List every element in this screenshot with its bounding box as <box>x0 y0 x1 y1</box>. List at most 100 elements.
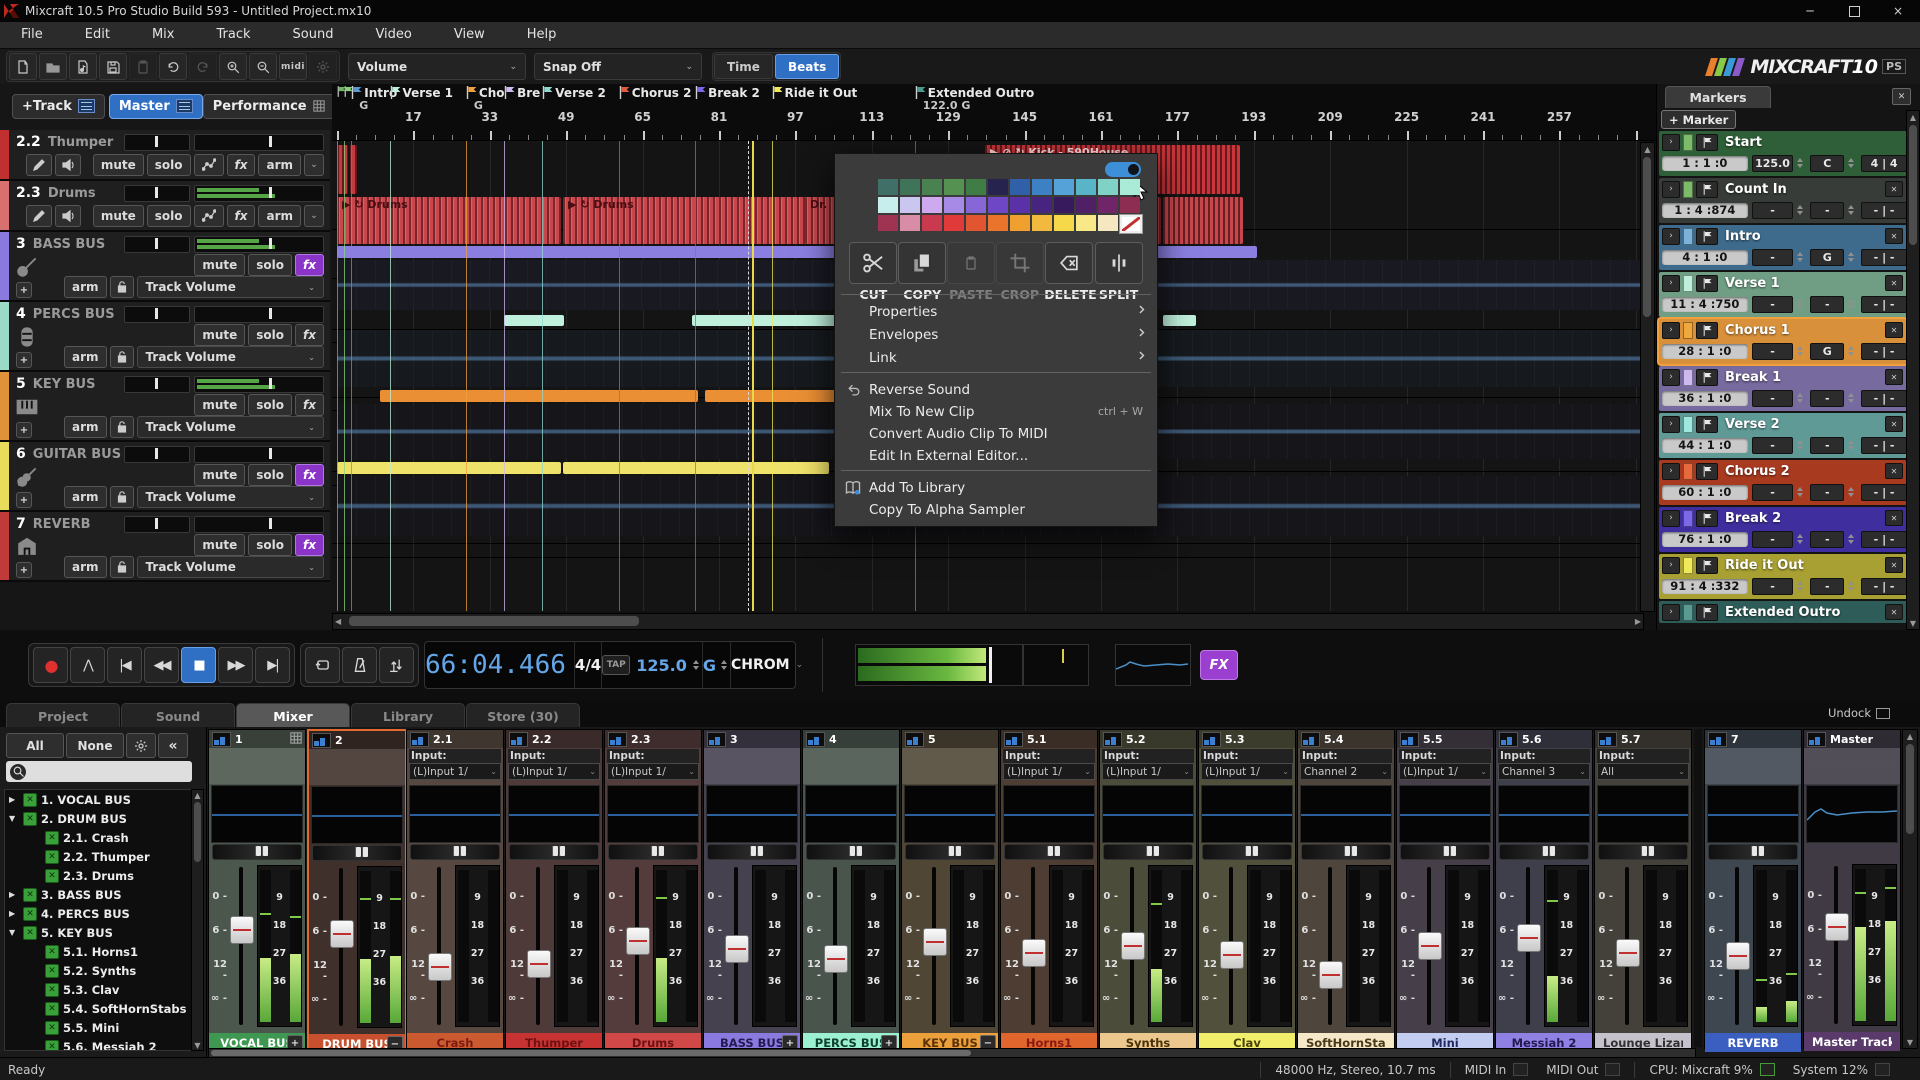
input-dropdown[interactable]: Channel 3⌄ <box>1498 763 1590 780</box>
track-speaker-button[interactable] <box>55 205 81 227</box>
fader-cap[interactable] <box>527 950 551 978</box>
beats-mode-button[interactable]: Beats <box>775 54 839 79</box>
mixer-strip-5[interactable]: 50 -6 -12 -∞ -9182736KEY BUS− <box>901 729 999 1049</box>
track-pan-slider[interactable] <box>124 306 190 323</box>
color-swatch[interactable] <box>922 197 942 213</box>
timeline-marker-ride-it-out[interactable]: Ride it Out <box>772 86 858 100</box>
color-swatch[interactable] <box>1032 179 1052 195</box>
pan-handle[interactable] <box>955 846 961 856</box>
menu-item-envelopes[interactable]: Envelopes <box>835 323 1157 346</box>
close-button[interactable]: × <box>1876 0 1920 22</box>
timeline-marker-break-2[interactable]: Break 2 <box>695 86 760 100</box>
color-swatch[interactable] <box>878 179 898 195</box>
strip-name[interactable]: REVERB <box>1705 1033 1801 1052</box>
marker-timesig-field[interactable]: - | - <box>1861 484 1907 501</box>
marker-expand-button[interactable]: › <box>1662 181 1680 198</box>
track-pan-slider[interactable] <box>124 516 190 533</box>
track-checkbox[interactable]: ✕ <box>23 888 37 902</box>
tempo-spinner[interactable] <box>1797 299 1806 309</box>
marker-delete-button[interactable]: ✕ <box>1885 557 1903 573</box>
tree-item-5-5-mini[interactable]: ✕5.5. Mini <box>5 1018 193 1037</box>
marker-tempo-field[interactable]: - <box>1752 484 1794 501</box>
add-track-button[interactable]: +Track <box>12 94 105 119</box>
marker-tempo-field[interactable]: - <box>1752 578 1794 595</box>
marker-color-chip[interactable] <box>1683 369 1693 386</box>
mixer-strip-2[interactable]: 20 -6 -12 -∞ -9182736DRUM BUS− <box>307 729 407 1051</box>
marker-expand-button[interactable]: › <box>1662 134 1680 151</box>
track-envelope-button[interactable] <box>194 154 224 176</box>
mixer-strip-2.2[interactable]: 2.2Input:(L)Input 1/⌄0 -6 -12 -∞ -918273… <box>505 729 603 1049</box>
strip-pan-slider[interactable] <box>410 844 500 860</box>
menu-item-video[interactable]: Video <box>354 22 432 48</box>
scrollbar-thumb[interactable] <box>1643 157 1651 317</box>
track-add-lane-button[interactable]: + <box>16 422 32 438</box>
loop-toggle[interactable] <box>1105 162 1141 177</box>
fader-track[interactable] <box>1328 867 1332 1025</box>
audio-clip[interactable] <box>692 315 845 326</box>
track-volume-slider[interactable] <box>194 185 324 202</box>
menu-item-file[interactable]: File <box>0 22 64 48</box>
fader-cap[interactable] <box>1726 942 1750 970</box>
zoom-in-icon[interactable] <box>219 53 247 80</box>
fader-cap[interactable] <box>330 920 354 948</box>
fader-cap[interactable] <box>1825 913 1849 941</box>
pan-handle[interactable] <box>757 846 763 856</box>
track-envelope-button[interactable] <box>194 205 224 227</box>
strip-pan-slider[interactable] <box>905 844 995 860</box>
fader-cap[interactable] <box>1418 932 1442 960</box>
tempo-spinner[interactable] <box>1797 440 1806 450</box>
strip-pan-slider[interactable] <box>1301 844 1391 860</box>
color-swatch[interactable] <box>1054 197 1074 213</box>
tempo-spinner[interactable] <box>1797 158 1806 168</box>
marker-expand-button[interactable]: › <box>1662 322 1680 339</box>
color-swatch[interactable] <box>1076 179 1096 195</box>
color-swatch[interactable] <box>1120 179 1140 195</box>
track-solo-button[interactable]: solo <box>248 464 292 486</box>
menu-item-edit[interactable]: Edit <box>64 22 131 48</box>
track-checkbox[interactable]: ✕ <box>45 1021 59 1035</box>
marker-row-chorus-2[interactable]: ›Chorus 2✕60 : 1 :0--- | - <box>1659 460 1907 505</box>
key-spinner[interactable] <box>1848 158 1857 168</box>
mixer-strip-1[interactable]: 10 -6 -12 -∞ -9182736VOCAL BUS+ <box>208 729 306 1049</box>
marker-key-field[interactable]: - <box>1810 531 1844 548</box>
audio-clip[interactable] <box>705 390 845 402</box>
tree-collapsed-icon[interactable]: ▶ <box>9 795 19 804</box>
pan-handle[interactable] <box>362 847 368 857</box>
scroll-up-arrow[interactable]: ▲ <box>1907 111 1919 123</box>
tempo-spinner[interactable] <box>1797 205 1806 215</box>
marker-row-start[interactable]: ›Start1 : 1 :0125.0C4 | 4 <box>1659 131 1907 176</box>
key-spinner[interactable] <box>1848 440 1857 450</box>
track-volume-slider[interactable] <box>194 376 324 393</box>
scrollbar-thumb[interactable] <box>1906 744 1914 834</box>
menu-item-properties[interactable]: Properties <box>835 300 1157 323</box>
tempo-spinner[interactable] <box>1797 534 1806 544</box>
key-spinner[interactable] <box>1848 252 1857 262</box>
color-swatch[interactable] <box>1098 215 1118 231</box>
track-volume-slider[interactable] <box>194 306 324 323</box>
delete-button[interactable]: DELETE <box>1044 242 1094 302</box>
track-pencil-button[interactable] <box>26 154 52 176</box>
key-value[interactable]: G <box>703 656 716 675</box>
marker-time-field[interactable]: 44 : 1 :0 <box>1662 438 1748 453</box>
track-solo-button[interactable]: solo <box>147 154 191 176</box>
track-lock-button[interactable] <box>110 346 134 368</box>
timeline-marker-extended-outro[interactable]: Extended Outro <box>915 86 1035 100</box>
pan-handle[interactable] <box>1443 846 1449 856</box>
marker-key-field[interactable]: - <box>1810 437 1844 454</box>
track-fx-button[interactable]: fx <box>227 205 256 227</box>
marker-delete-button[interactable]: ✕ <box>1885 228 1903 244</box>
scroll-down-arrow[interactable]: ▼ <box>192 1040 203 1050</box>
marker-delete-button[interactable]: ✕ <box>1885 181 1903 197</box>
add-marker-button[interactable]: + Marker <box>1661 110 1736 129</box>
key-spinner[interactable] <box>1848 299 1857 309</box>
menu-item-mix-to-new-clip[interactable]: Mix To New Clipctrl + W <box>835 400 1157 423</box>
marker-key-field[interactable]: C <box>1810 155 1844 172</box>
track-solo-button[interactable]: solo <box>248 324 292 346</box>
key-spinner[interactable] <box>1848 581 1857 591</box>
track-fx-button[interactable]: fx <box>295 394 324 416</box>
color-swatch[interactable] <box>900 179 920 195</box>
track-checkbox[interactable]: ✕ <box>45 869 59 883</box>
track-checkbox[interactable]: ✕ <box>45 964 59 978</box>
pan-handle[interactable] <box>262 846 268 856</box>
marker-timesig-field[interactable]: - | - <box>1861 578 1907 595</box>
